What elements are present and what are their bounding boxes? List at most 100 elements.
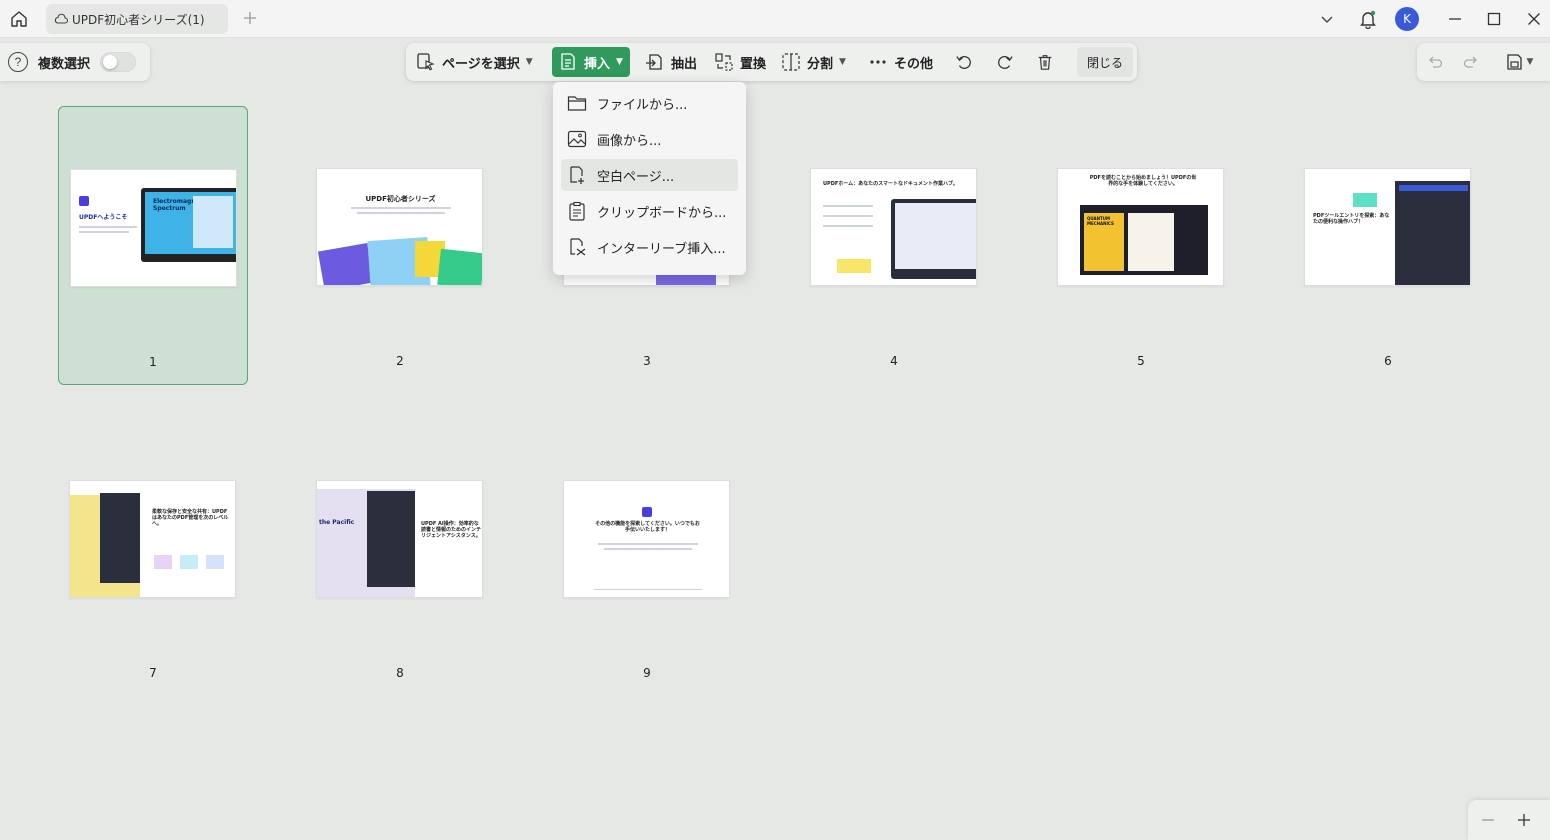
menu-item-label: クリップボードから... [597,205,727,221]
zoom-in-button[interactable] [1512,808,1536,832]
page-card-9[interactable]: その他の機能を探索してください。いつでもお手伝いいたします！ 9 [552,418,742,697]
thumb-heading: UPDFへようこそ [79,214,128,221]
plus-icon [1518,814,1530,826]
maximize-button[interactable] [1481,4,1507,34]
thumb-heading: UPDF AI操作：効率的な読書と情報のためのインテリジェントアシスタンス。 [421,521,482,539]
menu-item-blank-page[interactable]: 空白ページ... [561,159,738,191]
multi-select-label: 複数選択 [38,56,91,72]
avatar: K [1395,7,1419,31]
page-card-2[interactable]: UPDF初心者シリーズ 2 [305,106,495,385]
thumb-text-line [351,207,451,209]
zoom-out-button[interactable] [1476,808,1500,832]
cloud-icon [54,13,68,24]
page-number: 9 [643,666,651,680]
thumb-text-line [598,543,698,545]
chevron-down-icon: ▼ [839,57,846,67]
thumb-text-line [823,215,873,217]
undo-button[interactable] [1425,52,1445,72]
thumb-text-line [79,226,137,228]
page-card-5[interactable]: PDFを読むことから始めましょう！UPDFの世界的な手を体験してください。 QU… [1046,106,1236,385]
close-window-button[interactable] [1521,4,1547,34]
updf-logo [79,196,89,206]
save-button[interactable]: ▼ [1501,52,1537,72]
title-bar: UPDF初心者シリーズ(1) K [0,0,1550,38]
thumb-screen: Electromagnetic Spectrum [145,192,236,254]
rotate-right-icon [998,55,1013,69]
chevron-down-icon: ▼ [525,57,533,67]
document-tab[interactable]: UPDF初心者シリーズ(1) [46,4,228,34]
page-number: 5 [1137,354,1145,368]
thumb-text-line [823,205,873,207]
new-tab-button[interactable] [240,8,260,28]
more-button[interactable]: その他 [862,47,939,77]
thumb-screen [367,491,415,587]
clipboard-icon [569,201,585,221]
page-thumbnail: 柔軟な保存と安全な共有：UPDFはあなたのPDF管理を次のレベルへ。 [69,480,236,598]
chevron-down-icon [1321,16,1333,23]
thumb-screen [1395,181,1470,285]
home-button[interactable] [6,6,32,32]
rotate-left-button[interactable] [949,47,979,77]
thumb-sticky-note [1353,193,1377,207]
thumb-laptop: Electromagnetic Spectrum [141,188,236,262]
thumb-sticky-note [837,259,871,273]
page-card-6[interactable]: PDFツールエントリを探索：あなたの便利な操作ハブ！ 6 [1293,106,1483,385]
close-button[interactable]: 閉じる [1077,47,1134,77]
menu-item-from-file[interactable]: ファイルから... [561,87,738,119]
thumb-text-line [604,548,692,550]
minimize-button[interactable] [1442,4,1468,34]
split-label: 分割 [807,56,834,72]
insert-icon [561,53,575,70]
split-button[interactable]: 分割 ▼ [775,47,852,77]
thumb-deco [206,555,224,569]
tabs-dropdown-button[interactable] [1314,4,1340,34]
more-dots-icon [870,60,886,64]
replace-button[interactable]: 置換 [708,47,772,77]
extract-label: 抽出 [671,56,698,72]
home-icon [11,11,27,27]
page-thumbnail: PDFツールエントリを探索：あなたの便利な操作ハブ！ [1304,168,1471,286]
page-card-7[interactable]: 柔軟な保存と安全な共有：UPDFはあなたのPDF管理を次のレベルへ。 7 [58,418,248,697]
page-number: 4 [890,354,898,368]
user-avatar-button[interactable]: K [1394,4,1420,34]
page-thumbnail: UPDF初心者シリーズ [316,168,483,286]
thumb-text-line [357,212,445,214]
page-card-8[interactable]: the Pacific UPDF AI操作：効率的な読書と情報のためのインテリジ… [305,418,495,697]
select-page-label: ページを選択 [442,56,520,72]
page-card-4[interactable]: UPDFホーム：あなたのスマートなドキュメント作業ハブ。 4 [799,106,989,385]
menu-item-from-image[interactable]: 画像から... [561,123,738,155]
page-thumbnail: UPDFへようこそ Electromagnetic Spectrum [70,169,237,287]
thumb-heading: PDFを読むことから始めましょう！UPDFの世界的な手を体験してください。 [1089,175,1197,187]
delete-button[interactable] [1030,47,1060,77]
minimize-icon [1449,18,1461,20]
redo-button[interactable] [1461,52,1481,72]
thumb-deco [180,555,198,569]
select-page-icon [417,53,435,71]
thumb-header-bar [1399,185,1468,191]
help-icon[interactable]: ? [8,52,28,72]
menu-item-label: インターリーブ挿入... [597,241,726,257]
page-number: 6 [1384,354,1392,368]
menu-item-from-clipboard[interactable]: クリップボードから... [561,195,738,227]
rotate-right-button[interactable] [990,47,1020,77]
multi-select-toggle[interactable] [100,52,137,72]
trash-icon [1038,55,1052,70]
thumb-panel [193,196,233,248]
notification-button[interactable] [1355,4,1381,34]
save-icon [1506,54,1522,70]
rotate-left-icon [956,55,971,69]
menu-item-interleave-insert[interactable]: インターリーブ挿入... [561,231,738,263]
page-thumbnail: UPDFホーム：あなたのスマートなドキュメント作業ハブ。 [810,168,977,286]
insert-button[interactable]: 挿入 ▼ [552,47,630,77]
thumb-page [1128,213,1174,271]
extract-button[interactable]: 抽出 [639,47,703,77]
page-card-1[interactable]: UPDFへようこそ Electromagnetic Spectrum 1 [58,106,248,385]
maximize-icon [1487,12,1501,26]
extract-icon [646,54,662,70]
toggle-knob [103,55,118,69]
page-number: 2 [396,354,404,368]
thumb-heading: UPDF初心者シリーズ [365,195,436,203]
thumb-screen: QUANTUM MECHANICS [1080,205,1208,275]
bell-icon [1360,10,1376,29]
select-page-button[interactable]: ページを選択 ▼ [410,47,539,77]
